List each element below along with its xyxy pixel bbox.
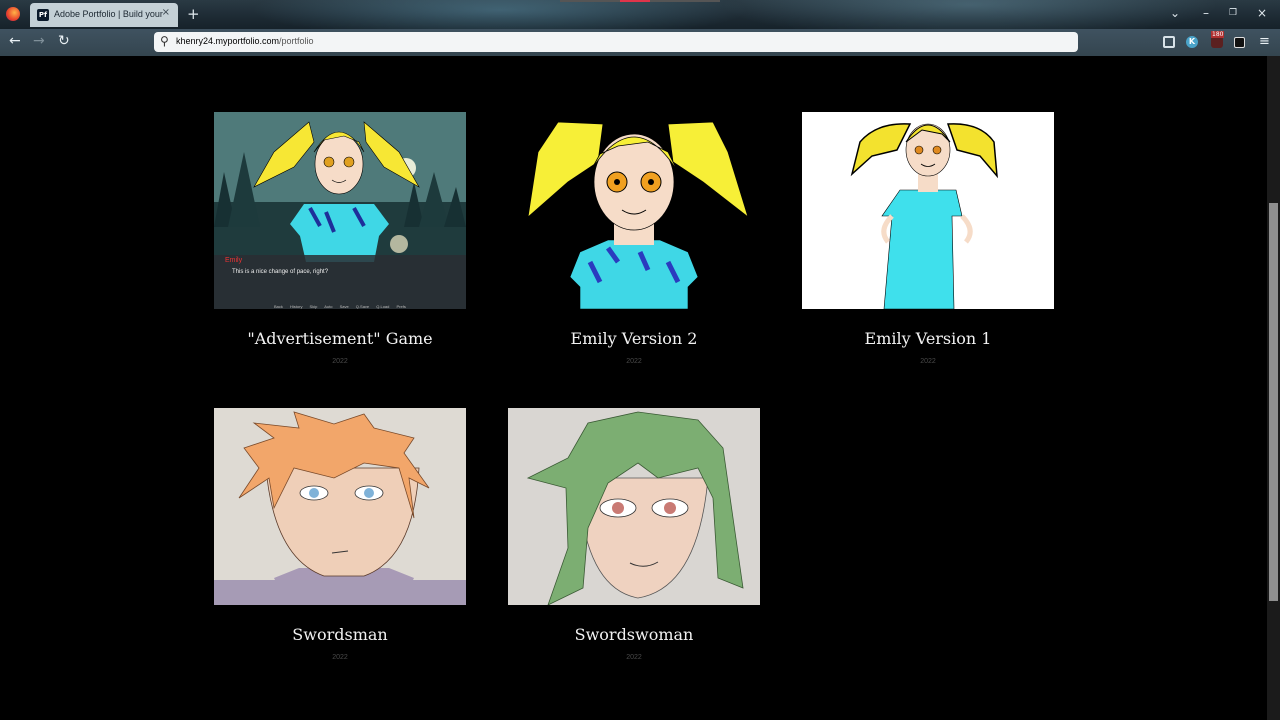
project-thumbnail[interactable] bbox=[802, 112, 1054, 309]
window-close-icon[interactable]: × bbox=[1257, 6, 1267, 20]
browser-nav-bar: ← → ↻ ⚲ khenry24.myportfolio.com/portfol… bbox=[0, 29, 1280, 56]
forward-arrow-icon[interactable]: → bbox=[33, 33, 45, 49]
project-thumbnail[interactable]: Emily This is a nice change of pace, rig… bbox=[214, 112, 466, 309]
restore-icon[interactable]: ❐ bbox=[1229, 8, 1237, 18]
media-indicator bbox=[560, 0, 720, 2]
project-year: 2022 bbox=[332, 654, 348, 661]
new-tab-icon[interactable]: + bbox=[187, 5, 200, 23]
emily-v1-drawing-image bbox=[802, 112, 1054, 309]
project-thumbnail[interactable] bbox=[508, 408, 760, 605]
hamburger-menu-icon[interactable]: ≡ bbox=[1259, 34, 1270, 49]
url-domain: khenry24.myportfolio.com bbox=[176, 36, 280, 46]
url-text[interactable]: khenry24.myportfolio.com/portfolio bbox=[176, 36, 314, 46]
scrollbar-thumb[interactable] bbox=[1269, 203, 1278, 601]
firefox-icon[interactable] bbox=[6, 7, 20, 21]
project-title[interactable]: Emily Version 2 bbox=[468, 329, 800, 348]
browser-tab-active[interactable]: Pf Adobe Portfolio | Build your × bbox=[30, 3, 178, 27]
project-year: 2022 bbox=[332, 358, 348, 365]
project-thumbnail[interactable] bbox=[214, 408, 466, 605]
emily-v2-drawing-image bbox=[508, 112, 760, 309]
project-year: 2022 bbox=[626, 358, 642, 365]
project-title[interactable]: Swordswoman bbox=[468, 625, 800, 644]
dialog-text: This is a nice change of pace, right? bbox=[232, 269, 329, 275]
dialog-menu: Back History Skip Auto Save Q.Save Q.Loa… bbox=[274, 304, 406, 309]
url-path: /portfolio bbox=[279, 36, 314, 46]
minimize-icon[interactable]: – bbox=[1203, 6, 1209, 20]
media-indicator-dot bbox=[620, 0, 650, 2]
extension-badge: 180 bbox=[1211, 31, 1225, 38]
project-year: 2022 bbox=[920, 358, 936, 365]
pocket-icon[interactable] bbox=[1163, 36, 1175, 48]
tab-close-icon[interactable]: × bbox=[162, 7, 170, 18]
search-icon: ⚲ bbox=[160, 34, 169, 48]
tabbar-glow bbox=[720, 0, 1220, 29]
tab-title: Adobe Portfolio | Build your bbox=[54, 9, 163, 19]
shield-extension-icon[interactable]: 180 bbox=[1211, 31, 1225, 48]
project-title[interactable]: Emily Version 1 bbox=[762, 329, 1094, 348]
adobe-portfolio-favicon-icon: Pf bbox=[37, 9, 49, 21]
swordswoman-drawing-image bbox=[508, 408, 760, 605]
back-arrow-icon[interactable]: ← bbox=[9, 33, 21, 49]
game-scene-image bbox=[214, 112, 466, 309]
tabbar-glow bbox=[250, 0, 750, 29]
dialog-speaker-name: Emily bbox=[225, 257, 243, 264]
extension-icon[interactable] bbox=[1234, 37, 1245, 48]
tab-list-chevron-icon[interactable]: ⌄ bbox=[1170, 6, 1180, 20]
project-year: 2022 bbox=[626, 654, 642, 661]
browser-tab-bar: Pf Adobe Portfolio | Build your × + ⌄ – … bbox=[0, 0, 1280, 29]
project-title[interactable]: Swordsman bbox=[174, 625, 506, 644]
project-title[interactable]: "Advertisement" Game bbox=[174, 329, 506, 348]
swordsman-drawing-image bbox=[214, 408, 466, 605]
project-thumbnail[interactable] bbox=[508, 112, 760, 309]
address-bar[interactable]: ⚲ khenry24.myportfolio.com/portfolio bbox=[154, 32, 1078, 52]
reload-icon[interactable]: ↻ bbox=[58, 33, 70, 49]
extension-k-icon[interactable]: K bbox=[1186, 36, 1198, 48]
